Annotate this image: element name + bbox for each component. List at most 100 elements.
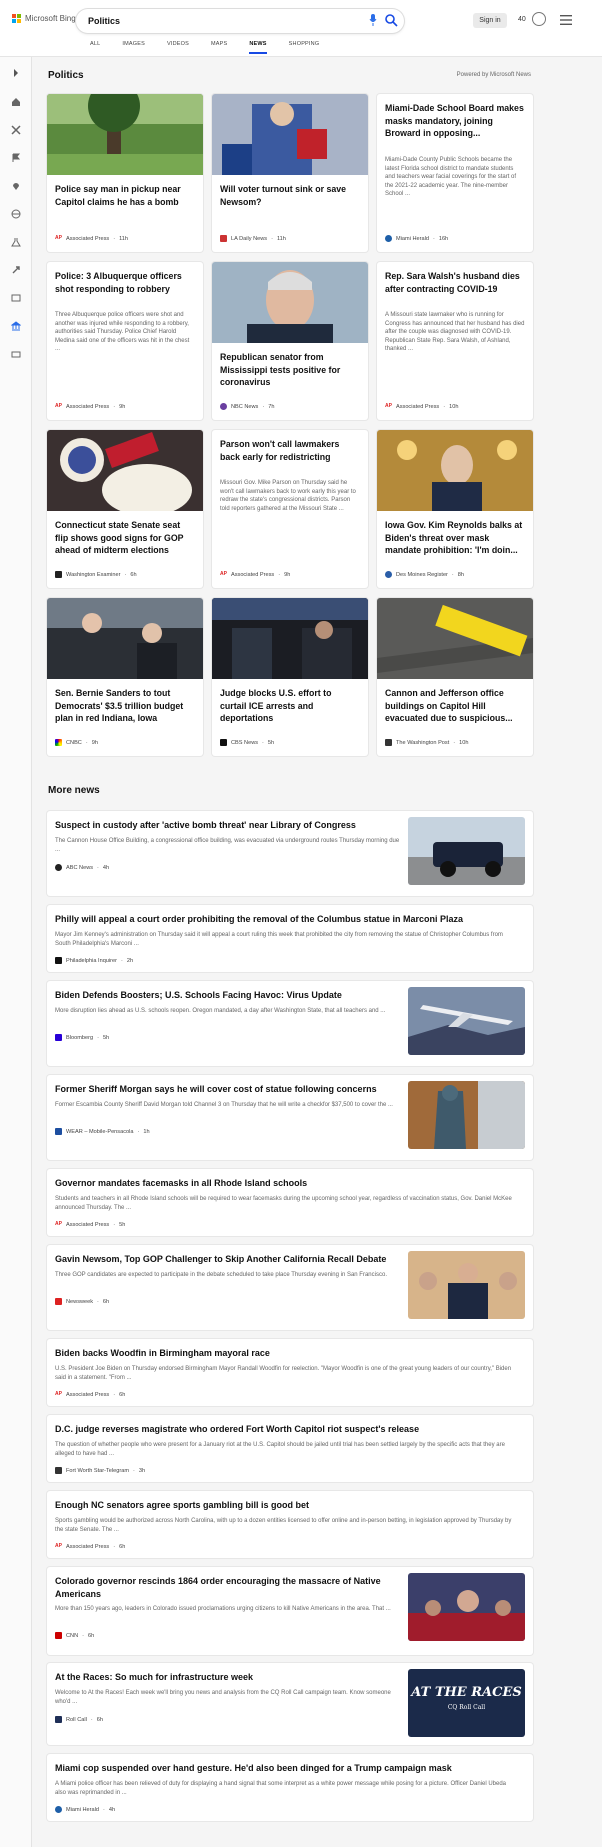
card-title[interactable]: Miami-Dade School Board makes masks mand… [385,102,525,140]
source-logo-icon: AP [220,571,227,577]
card-title[interactable]: Police say man in pickup near Capitol cl… [55,183,195,208]
row-title[interactable]: Biden Defends Boosters; U.S. Schools Fac… [55,989,405,1002]
news-card[interactable]: Police: 3 Albuquerque officers shot resp… [47,262,203,420]
news-card[interactable]: Police say man in pickup near Capitol cl… [47,94,203,252]
powered-by[interactable]: Powered by Microsoft News [457,72,531,78]
top-bar: Microsoft Bing Politics Sign in 40 ALL I… [0,0,602,57]
card-title[interactable]: Iowa Gov. Kim Reynolds balks at Biden's … [385,519,525,557]
card-image [212,262,368,343]
row-title[interactable]: Former Sheriff Morgan says he will cover… [55,1083,405,1096]
source-logo-icon [55,571,62,578]
tab-news[interactable]: NEWS [249,41,267,54]
news-card[interactable]: Miami-Dade School Board makes masks mand… [377,94,533,252]
source-name: CBS News [231,739,259,746]
news-card[interactable]: Republican senator from Mississippi test… [212,262,368,420]
science-icon[interactable] [11,237,21,247]
globe-icon[interactable] [11,209,21,219]
news-row[interactable]: Governor mandates facemasks in all Rhode… [47,1169,533,1236]
row-title[interactable]: Suspect in custody after 'active bomb th… [55,819,405,832]
news-card[interactable]: Judge blocks U.S. effort to curtail ICE … [212,598,368,756]
card-source: CBS News · 5h [220,739,274,746]
card-title[interactable]: Parson won't call lawmakers back early f… [220,438,360,463]
source-name: CNBC [66,739,82,746]
rocket-icon[interactable] [11,265,21,275]
news-card[interactable]: Sen. Bernie Sanders to tout Democrats' $… [47,598,203,756]
age: 11h [276,235,286,242]
rewards-points[interactable]: 40 [518,16,526,23]
money-icon[interactable] [11,349,21,359]
news-row[interactable]: Suspect in custody after 'active bomb th… [47,811,533,896]
source-name: Des Moines Register [396,571,448,578]
source-name: Miami Herald [396,235,429,242]
brand-name: Microsoft Bing [25,14,76,23]
microphone-icon[interactable] [369,14,377,26]
politics-icon[interactable] [11,321,21,331]
source-name: Associated Press [396,403,440,410]
news-row[interactable]: Gavin Newsom, Top GOP Challenger to Skip… [47,1245,533,1330]
tab-maps[interactable]: MAPS [211,41,227,54]
news-row[interactable]: Biden Defends Boosters; U.S. Schools Fac… [47,981,533,1066]
search-input[interactable]: Politics [76,9,404,33]
news-row[interactable]: Miami cop suspended over hand gesture. H… [47,1754,533,1821]
card-source: AP Associated Press · 9h [55,403,126,410]
rewards-icon[interactable] [532,12,546,26]
news-row[interactable]: Colorado governor rescinds 1864 order en… [47,1567,533,1655]
tools-icon[interactable] [11,125,21,135]
card-title[interactable]: Judge blocks U.S. effort to curtail ICE … [220,687,360,725]
menu-icon[interactable] [560,15,572,25]
search-query[interactable]: Politics [88,16,120,26]
row-summary: U.S. President Joe Biden on Thursday end… [55,1366,512,1381]
sign-in-button[interactable]: Sign in [473,13,507,28]
card-title[interactable]: Rep. Sara Walsh's husband dies after con… [385,270,525,295]
source-name: Associated Press [66,1221,110,1228]
tab-videos[interactable]: VIDEOS [167,41,189,54]
row-title[interactable]: Biden backs Woodfin in Birmingham mayora… [55,1347,525,1360]
home-icon[interactable] [11,97,21,107]
age: 5h [102,1034,110,1041]
row-title[interactable]: At the Races: So much for infrastructure… [55,1671,405,1684]
news-row[interactable]: Enough NC senators agree sports gambling… [47,1491,533,1558]
row-title[interactable]: Enough NC senators agree sports gambling… [55,1499,525,1512]
card-image [212,94,368,175]
row-title[interactable]: Philly will appeal a court order prohibi… [55,913,525,926]
news-card[interactable]: Connecticut state Senate seat flip shows… [47,430,203,588]
age: 9h [119,403,126,410]
news-row[interactable]: Biden backs Woodfin in Birmingham mayora… [47,1339,533,1406]
news-card[interactable]: Rep. Sara Walsh's husband dies after con… [377,262,533,420]
tab-images[interactable]: IMAGES [122,41,145,54]
card-title[interactable]: Police: 3 Albuquerque officers shot resp… [55,270,195,295]
flag-icon[interactable] [11,153,21,163]
location-icon[interactable] [11,181,21,191]
bing-logo[interactable]: Microsoft Bing [12,14,76,23]
news-card[interactable]: Cannon and Jefferson office buildings on… [377,598,533,756]
tab-all[interactable]: ALL [90,41,100,54]
microsoft-logo-icon [12,14,21,23]
tab-shopping[interactable]: SHOPPING [289,41,320,54]
card-title[interactable]: Cannon and Jefferson office buildings on… [385,687,525,725]
news-card[interactable]: Iowa Gov. Kim Reynolds balks at Biden's … [377,430,533,588]
age: 6h [119,1543,126,1550]
search-icon[interactable] [384,13,398,27]
card-source: The Washington Post · 10h [385,739,469,746]
card-title[interactable]: Will voter turnout sink or save Newsom? [220,183,360,208]
row-title[interactable]: D.C. judge reverses magistrate who order… [55,1423,525,1436]
card-title[interactable]: Republican senator from Mississippi test… [220,351,360,389]
row-title[interactable]: Colorado governor rescinds 1864 order en… [55,1575,405,1600]
card-title[interactable]: Connecticut state Senate seat flip shows… [55,519,195,557]
news-card[interactable]: Parson won't call lawmakers back early f… [212,430,368,588]
card-title[interactable]: Sen. Bernie Sanders to tout Democrats' $… [55,687,195,725]
news-row[interactable]: At the Races: So much for infrastructure… [47,1663,533,1745]
expand-icon[interactable] [11,68,21,78]
row-source: Philadelphia Inquirer · 2h [55,957,133,964]
row-title[interactable]: Gavin Newsom, Top GOP Challenger to Skip… [55,1253,405,1266]
row-title[interactable]: Governor mandates facemasks in all Rhode… [55,1177,525,1190]
entertainment-icon[interactable] [11,293,21,303]
news-row[interactable]: Former Sheriff Morgan says he will cover… [47,1075,533,1160]
age: 10h [459,739,469,746]
news-card[interactable]: Will voter turnout sink or save Newsom? … [212,94,368,252]
source-logo-icon [385,571,392,578]
news-row[interactable]: Philly will appeal a court order prohibi… [47,905,533,972]
card-source: Washington Examiner · 6h [55,571,137,578]
row-title[interactable]: Miami cop suspended over hand gesture. H… [55,1762,525,1775]
news-row[interactable]: D.C. judge reverses magistrate who order… [47,1415,533,1482]
